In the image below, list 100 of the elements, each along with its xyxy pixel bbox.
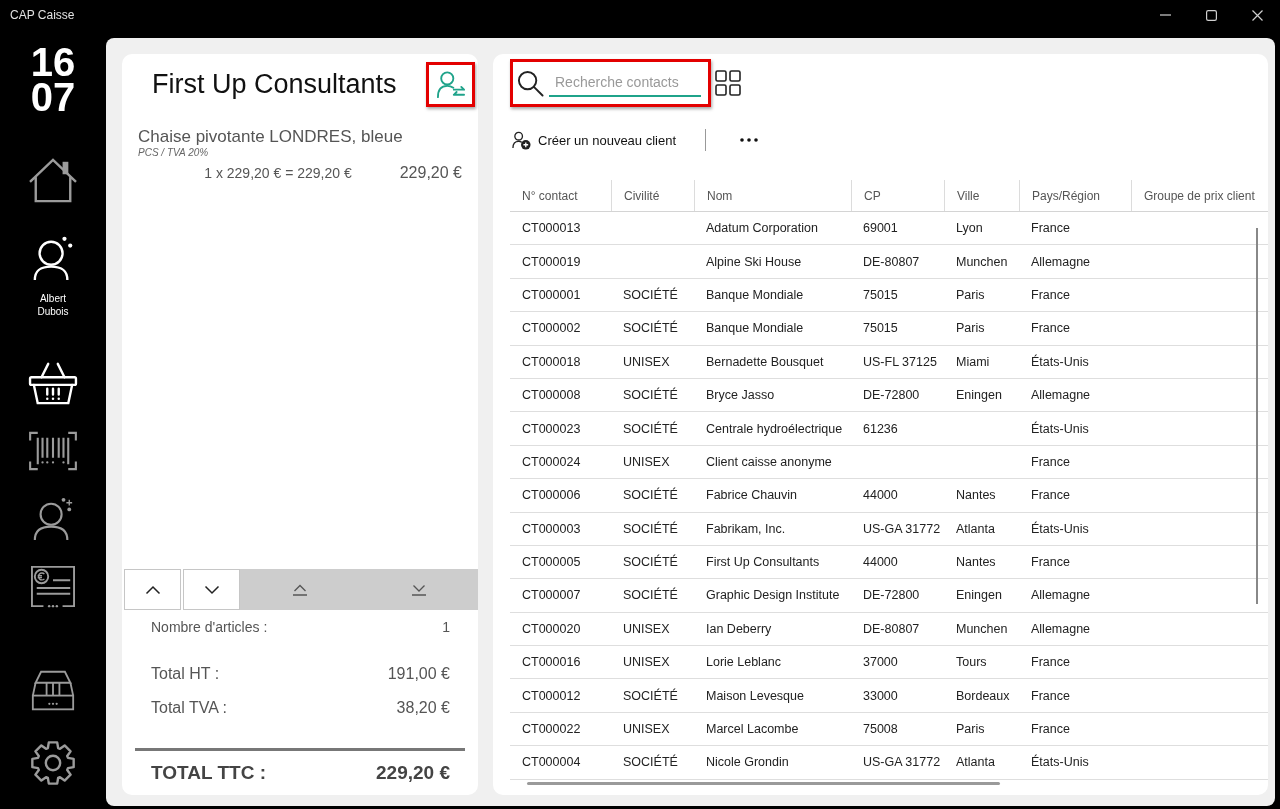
table-cell-text: CT000004: [521, 754, 582, 772]
user-icon: [31, 496, 75, 542]
item-count-value: 1: [442, 618, 450, 637]
table-cell-text: États-Unis: [1030, 353, 1090, 371]
table-cell-text: DE-80807: [862, 253, 921, 271]
column-header[interactable]: Ville: [944, 180, 1019, 211]
column-header[interactable]: CP: [851, 180, 944, 211]
table-cell-text: Munchen: [955, 253, 1009, 271]
vertical-scrollbar[interactable]: [1256, 228, 1258, 604]
table-cell-text: Munchen: [955, 620, 1009, 638]
table-cell-text: SOCIÉTÉ: [622, 486, 679, 505]
table-cell-text: Allemagne: [1030, 387, 1092, 405]
column-header[interactable]: Nom: [694, 180, 851, 211]
item-unit-tax: PCS / TVA 20%: [138, 147, 210, 159]
table-cell-text: Eningen: [955, 387, 1003, 405]
table-cell-text: US-FL 37125: [862, 353, 938, 371]
table-cell-text: Eningen: [955, 587, 1003, 605]
table-cell-text: Bordeaux: [955, 687, 1011, 705]
search-icon: [517, 69, 544, 97]
new-client-button[interactable]: Créer un nouveau client: [510, 130, 677, 150]
table-cell-text: DE-72800: [862, 387, 921, 405]
table-cell-text: CT000005: [521, 554, 582, 572]
table-cell-text: France: [1030, 654, 1071, 672]
table-cell-text: CT000007: [521, 587, 582, 605]
table-cell-text: CT000024: [521, 453, 582, 471]
table-cell-text: SOCIÉTÉ: [622, 687, 679, 705]
change-customer-button[interactable]: [426, 62, 475, 107]
table-cell-text: CT000012: [521, 687, 582, 705]
column-header[interactable]: Pays/Région: [1019, 180, 1131, 211]
table-cell-text: CT000001: [521, 286, 582, 304]
table-cell-text: 75015: [862, 320, 899, 338]
chevron-down-icon: [203, 584, 220, 595]
table-cell-text: 75008: [862, 721, 899, 739]
item-calculation: 1 x 229,20 € = 229,20 €: [204, 164, 352, 183]
table-cell-text: Paris: [955, 721, 986, 739]
table-cell-text: 75015: [862, 286, 899, 304]
table-cell-text: First Up Consultants: [705, 554, 821, 572]
table-cell-text: Bryce Jasso: [705, 387, 776, 405]
grid-icon: [715, 70, 741, 96]
window-title: CAP Caisse: [10, 8, 75, 22]
table-cell-text: CT000022: [521, 721, 582, 739]
table-cell-text: UNISEX: [622, 654, 671, 672]
item-amount: 229,20 €: [399, 163, 462, 183]
table-cell-text: 69001: [862, 220, 899, 238]
table-cell-text: France: [1030, 487, 1071, 505]
table-cell-text: CT000023: [521, 420, 582, 438]
clock-minutes: 07: [30, 80, 76, 115]
table-cell-text: Tours: [955, 654, 988, 672]
table-cell-text: DE-80807: [862, 620, 921, 638]
table-cell-text: SOCIÉTÉ: [622, 520, 679, 538]
search-field[interactable]: Recherche contacts: [549, 69, 701, 97]
table-cell-text: Fabrice Chauvin: [705, 487, 798, 505]
table-cell-text: Adatum Corporation: [705, 220, 819, 238]
table-cell-text: CT000018: [521, 353, 582, 371]
grand-total-label: TOTAL TTC :: [151, 761, 267, 785]
table-cell-text: SOCIÉTÉ: [622, 586, 679, 605]
basket-icon: [28, 361, 78, 405]
table-cell-text: Fabrikam, Inc.: [705, 520, 787, 538]
table-cell-text: Atlanta: [955, 754, 996, 772]
table-cell-text: Paris: [955, 286, 986, 304]
table-cell-text: UNISEX: [622, 721, 671, 739]
table-cell-text: France: [1030, 687, 1071, 705]
table-cell-text: Nantes: [955, 554, 997, 572]
table-cell-text: CT000020: [521, 620, 582, 638]
table-cell-text: Allemagne: [1030, 620, 1092, 638]
user-icon: [31, 234, 75, 282]
table-cell-text: CT000016: [521, 654, 582, 672]
horizontal-scrollbar[interactable]: [527, 782, 1000, 785]
total-value: 191,00 €: [387, 664, 450, 684]
table-cell-text: Atlanta: [955, 520, 996, 538]
table-cell-text: France: [1030, 453, 1071, 471]
column-header[interactable]: Groupe de prix client: [1131, 180, 1268, 211]
grid-view-button[interactable]: [713, 68, 743, 98]
table-cell-text: Nantes: [955, 487, 997, 505]
clock-hours: 16: [30, 45, 76, 80]
item-count-label: Nombre d'articles :: [151, 618, 268, 637]
table-cell-text: Ian Deberry: [705, 620, 773, 638]
table-cell-text: CT000002: [521, 320, 582, 338]
total-label: Total HT :: [151, 664, 220, 684]
table-cell-text: US-GA 31772: [862, 754, 942, 772]
column-header[interactable]: N° contact: [510, 180, 611, 211]
table-cell-text: Allemagne: [1030, 587, 1092, 605]
more-icon: [740, 138, 759, 142]
maximize-icon: [1205, 9, 1217, 21]
table-cell-text: DE-72800: [862, 587, 921, 605]
user-button[interactable]: Albert Dubois: [13, 214, 93, 349]
table-cell-text: UNISEX: [622, 453, 671, 471]
column-header[interactable]: Civilité: [611, 180, 694, 211]
table-cell-text: 61236: [862, 420, 899, 438]
add-user-icon: [512, 130, 531, 150]
total-label: Total TVA :: [151, 698, 227, 718]
table-cell-text: Nicole Grondin: [705, 754, 790, 772]
item-description: Chaise pivotante LONDRES, bleue: [138, 127, 404, 147]
table-cell-text: SOCIÉTÉ: [622, 753, 679, 772]
table-cell-text: CT000003: [521, 520, 582, 538]
table-cell-text: Marcel Lacombe: [705, 721, 800, 739]
table-cell-text: SOCIÉTÉ: [622, 386, 679, 405]
table-cell-text: Lorie Leblanc: [705, 654, 783, 672]
table-cell-text: Lyon: [955, 220, 984, 238]
barcode-icon: [28, 431, 78, 471]
